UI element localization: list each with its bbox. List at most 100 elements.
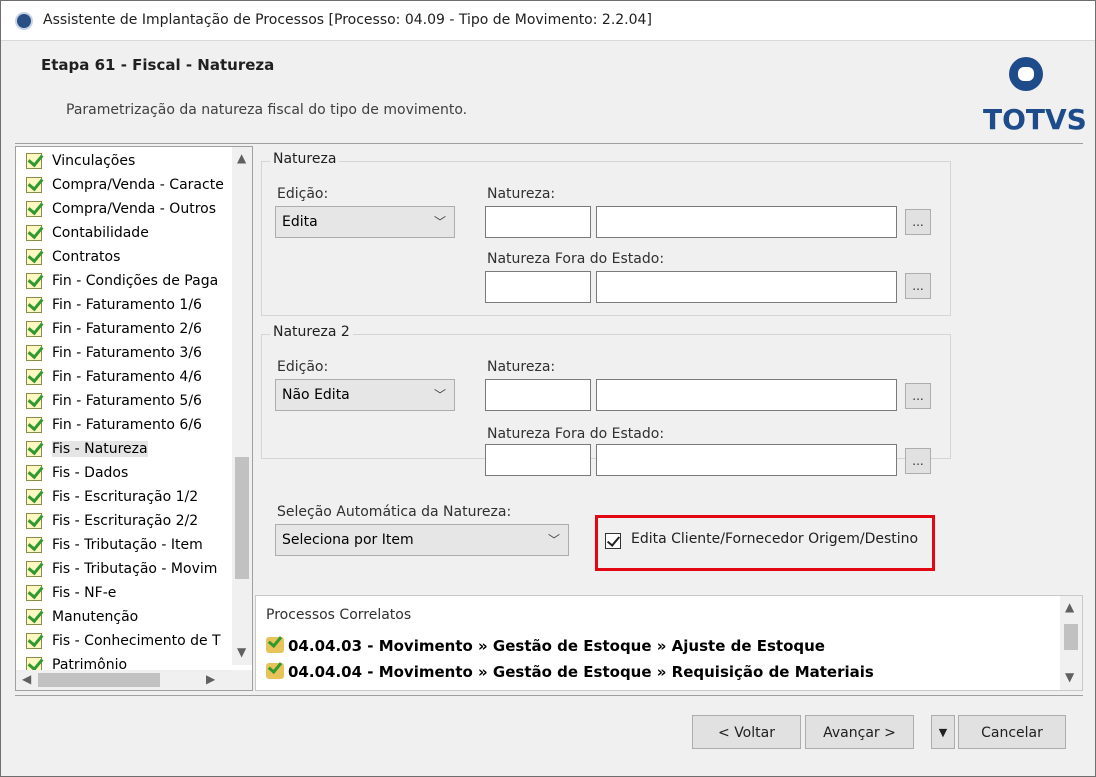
- footer-divider: [15, 695, 1083, 696]
- window-title: Assistente de Implantação de Processos […: [43, 12, 652, 28]
- natureza-edicao-select[interactable]: Edita ﹀: [275, 206, 455, 238]
- completed-check-icon: [26, 369, 42, 385]
- tree-item[interactable]: Contabilidade: [24, 221, 234, 245]
- scroll-down-icon[interactable]: ▼: [1065, 670, 1074, 684]
- tree-item[interactable]: Fis - Escrituração 1/2: [24, 485, 234, 509]
- completed-check-icon: [26, 609, 42, 625]
- natureza2-fora-descricao-input[interactable]: [596, 444, 897, 476]
- completed-check-icon: [26, 537, 42, 553]
- natureza2-fora-lookup-button[interactable]: ...: [905, 448, 931, 474]
- tree-item[interactable]: Fis - Conhecimento de T: [24, 629, 234, 653]
- tree-item-label: Fin - Faturamento 6/6: [52, 417, 202, 433]
- totvs-logo-icon: [1009, 57, 1043, 91]
- tree-item-label: Contabilidade: [52, 225, 149, 241]
- tree-item[interactable]: Fin - Faturamento 2/6: [24, 317, 234, 341]
- natureza2-fora-codigo-input[interactable]: [485, 444, 591, 476]
- process-check-icon: [266, 663, 284, 679]
- natureza2-fora-label: Natureza Fora do Estado:: [487, 426, 665, 442]
- tree-item-label: Compra/Venda - Outros: [52, 201, 217, 217]
- chevron-down-icon: ﹀: [547, 533, 560, 547]
- correlatos-scroll-thumb[interactable]: [1064, 624, 1078, 650]
- natureza-lookup-button[interactable]: ...: [905, 209, 931, 235]
- natureza-descricao-input[interactable]: [596, 206, 897, 238]
- steps-tree-list: Vinculações Compra/Venda - Caracte Compra/…: [24, 149, 234, 677]
- tree-vertical-scrollbar[interactable]: ▲ ▼: [232, 147, 252, 665]
- natureza2-codigo-input[interactable]: [485, 379, 591, 411]
- natureza2-group-legend: Natureza 2: [270, 324, 353, 340]
- tree-item-label: Compra/Venda - Caracte: [52, 177, 224, 193]
- scroll-left-icon[interactable]: ◀: [22, 672, 31, 686]
- completed-check-icon: [26, 249, 42, 265]
- natureza2-edicao-select[interactable]: Não Edita ﹀: [275, 379, 455, 411]
- dropdown-arrow-button[interactable]: ▼: [931, 715, 955, 749]
- natureza-group-legend: Natureza: [270, 151, 340, 167]
- cancelar-button[interactable]: Cancelar: [958, 715, 1066, 749]
- tree-item[interactable]: Fin - Faturamento 1/6: [24, 293, 234, 317]
- tree-item[interactable]: Compra/Venda - Outros: [24, 197, 234, 221]
- scroll-up-icon[interactable]: ▲: [237, 151, 246, 165]
- tree-item[interactable]: Fin - Faturamento 3/6: [24, 341, 234, 365]
- step-title: Etapa 61 - Fiscal - Natureza: [41, 56, 275, 74]
- tree-item-label: Fis - Dados: [52, 465, 129, 481]
- tree-item[interactable]: Fis - Tributação - Movim: [24, 557, 234, 581]
- tree-item-label: Fin - Faturamento 3/6: [52, 345, 202, 361]
- natureza-fora-lookup-button[interactable]: ...: [905, 273, 931, 299]
- tree-item[interactable]: Fis - NF-e: [24, 581, 234, 605]
- natureza-codigo-label: Natureza:: [487, 186, 556, 202]
- scroll-right-icon[interactable]: ▶: [206, 672, 215, 686]
- tree-item-label: Fin - Faturamento 4/6: [52, 369, 202, 385]
- natureza-edicao-value: Edita: [282, 214, 318, 230]
- natureza-codigo-input[interactable]: [485, 206, 591, 238]
- correlato-item[interactable]: 04.04.03 - Movimento » Gestão de Estoque…: [266, 637, 825, 655]
- tree-item-label: Fis - Tributação - Item: [52, 537, 203, 553]
- correlatos-title: Processos Correlatos: [266, 607, 412, 623]
- edita-cliente-label[interactable]: Edita Cliente/Fornecedor Origem/Destino: [631, 531, 918, 547]
- natureza-fora-codigo-input[interactable]: [485, 271, 591, 303]
- completed-check-icon: [26, 201, 42, 217]
- tree-item[interactable]: Fin - Faturamento 6/6: [24, 413, 234, 437]
- app-icon: [15, 12, 33, 30]
- natureza-fora-label: Natureza Fora do Estado:: [487, 251, 665, 267]
- natureza2-descricao-input[interactable]: [596, 379, 897, 411]
- completed-check-icon: [26, 489, 42, 505]
- completed-check-icon: [26, 513, 42, 529]
- completed-check-icon: [26, 441, 42, 457]
- wizard-header: Etapa 61 - Fiscal - Natureza Parametriza…: [15, 47, 1087, 141]
- correlato-item[interactable]: 04.04.04 - Movimento » Gestão de Estoque…: [266, 663, 874, 681]
- voltar-button[interactable]: < Voltar: [692, 715, 801, 749]
- tree-item[interactable]: Fis - Dados: [24, 461, 234, 485]
- chevron-down-icon: ﹀: [433, 388, 446, 402]
- tree-item-label: Fis - Escrituração 1/2: [52, 489, 199, 505]
- tree-item[interactable]: Vinculações: [24, 149, 234, 173]
- tree-horizontal-scrollbar[interactable]: ◀ ▶: [16, 670, 252, 690]
- tree-item[interactable]: Manutenção: [24, 605, 234, 629]
- steps-tree[interactable]: Vinculações Compra/Venda - Caracte Compra/…: [15, 146, 253, 691]
- tree-item[interactable]: Fis - Tributação - Item: [24, 533, 234, 557]
- tree-item[interactable]: Fin - Faturamento 5/6: [24, 389, 234, 413]
- completed-check-icon: [26, 321, 42, 337]
- tree-item-label: Fis - Natureza: [52, 441, 148, 457]
- tree-item[interactable]: Fin - Condições de Paga: [24, 269, 234, 293]
- tree-item-label: Fis - Escrituração 2/2: [52, 513, 199, 529]
- tree-item[interactable]: Fin - Faturamento 4/6: [24, 365, 234, 389]
- tree-vscroll-thumb[interactable]: [235, 457, 249, 579]
- scroll-down-icon[interactable]: ▼: [237, 645, 246, 659]
- natureza2-lookup-button[interactable]: ...: [905, 383, 931, 409]
- tree-hscroll-thumb[interactable]: [38, 673, 160, 687]
- completed-check-icon: [26, 465, 42, 481]
- avancar-button[interactable]: Avançar >: [805, 715, 914, 749]
- header-divider: [15, 143, 1083, 144]
- tree-item[interactable]: Compra/Venda - Caracte: [24, 173, 234, 197]
- correlatos-scrollbar[interactable]: ▲ ▼: [1060, 596, 1082, 690]
- chevron-down-icon: ﹀: [433, 215, 446, 229]
- natureza-fora-descricao-input[interactable]: [596, 271, 897, 303]
- tree-item[interactable]: Contratos: [24, 245, 234, 269]
- selecao-automatica-select[interactable]: Seleciona por Item ﹀: [275, 524, 569, 556]
- completed-check-icon: [26, 177, 42, 193]
- edita-cliente-checkbox[interactable]: [605, 533, 621, 549]
- tree-item[interactable]: Fis - Escrituração 2/2: [24, 509, 234, 533]
- tree-item[interactable]: Fis - Natureza: [24, 437, 234, 461]
- completed-check-icon: [26, 297, 42, 313]
- processos-correlatos-panel: Processos Correlatos 04.04.03 - Moviment…: [255, 595, 1083, 691]
- scroll-up-icon[interactable]: ▲: [1065, 600, 1074, 614]
